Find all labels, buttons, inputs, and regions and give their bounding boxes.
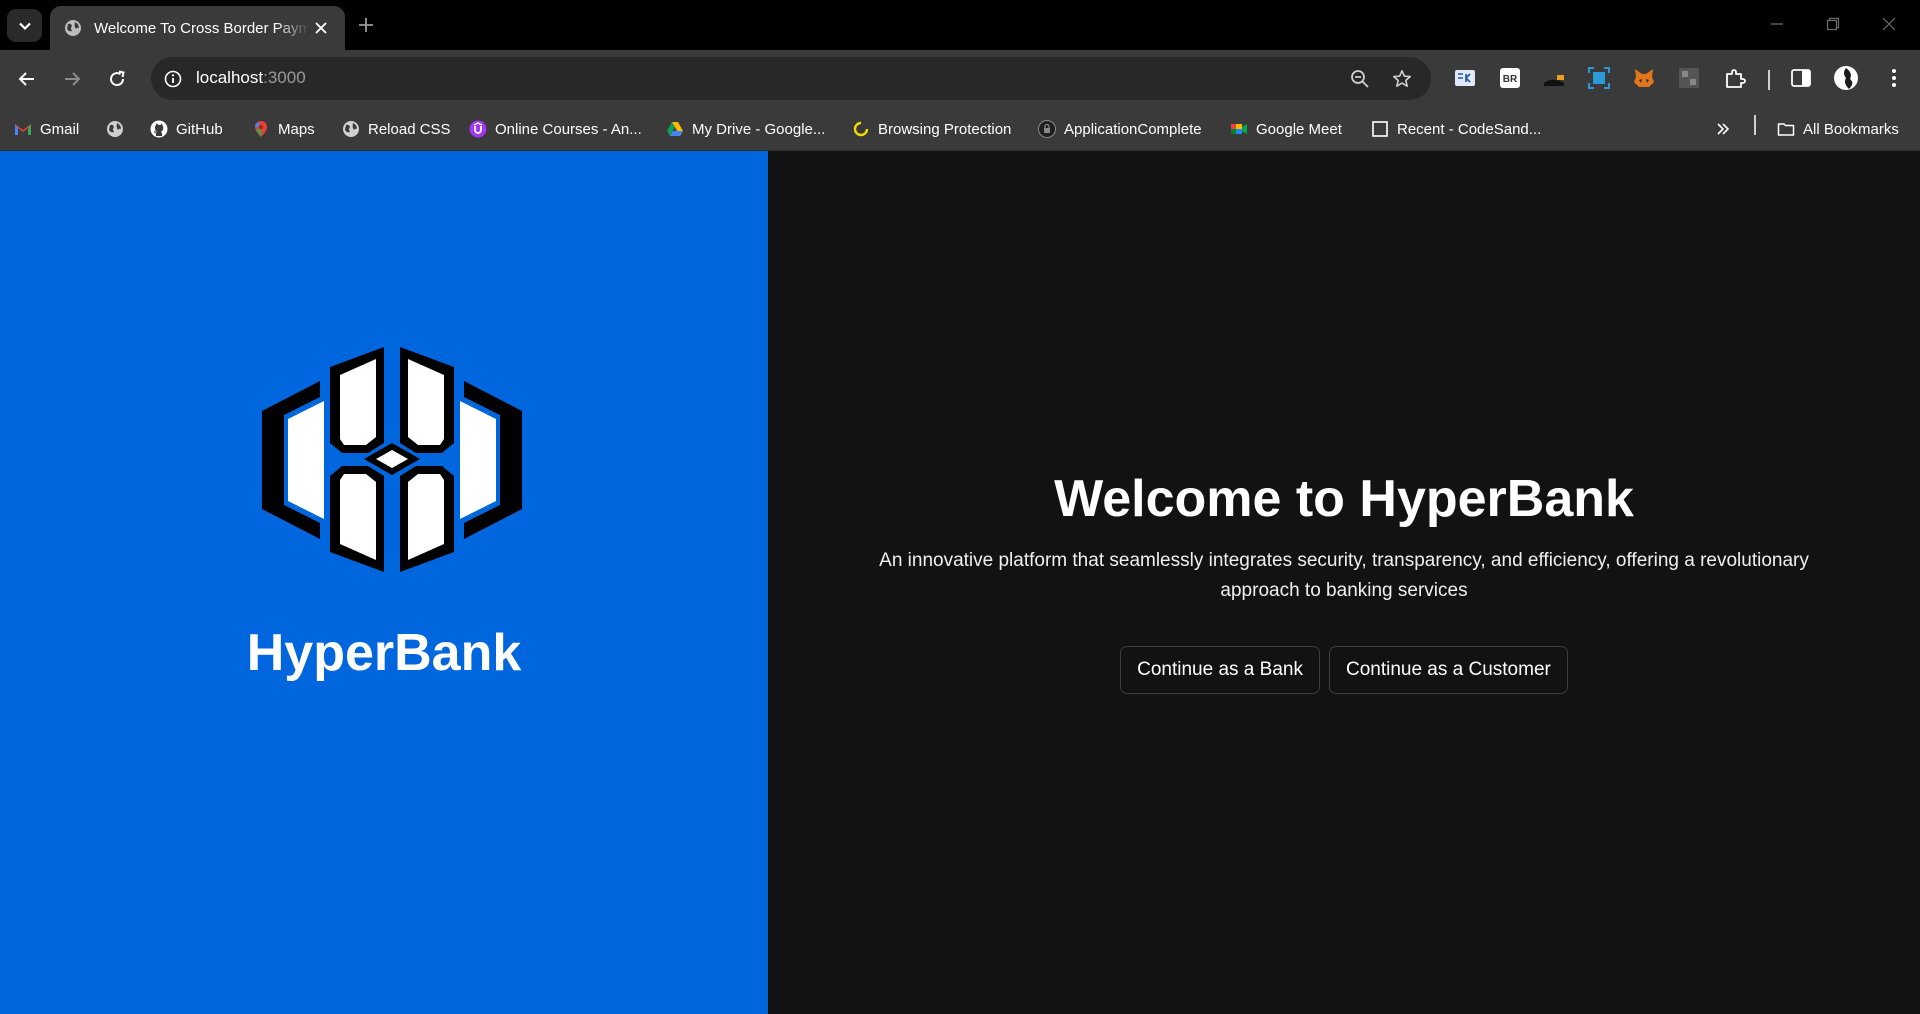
bookmark-label: Browsing Protection <box>878 120 1012 138</box>
plus-icon <box>359 18 373 32</box>
metamask-fox-icon[interactable] <box>1631 65 1657 91</box>
back-button[interactable] <box>10 62 44 96</box>
all-bookmarks-label: All Bookmarks <box>1803 120 1899 138</box>
welcome-description: An innovative platform that seamlessly i… <box>879 550 1809 601</box>
codesandbox-icon <box>1372 121 1388 137</box>
profile-avatar[interactable] <box>1833 65 1859 91</box>
chevron-down-icon <box>18 22 31 30</box>
extension-br-icon[interactable]: BR <box>1497 65 1523 91</box>
puzzle-extensions-icon[interactable] <box>1722 65 1748 91</box>
kebab-menu-icon[interactable] <box>1881 65 1907 91</box>
tab-search-button[interactable] <box>7 9 42 42</box>
page-content: HyperBank Welcome to HyperBank An innova… <box>0 151 1920 1014</box>
bookmark-label: GitHub <box>176 120 223 138</box>
reload-button[interactable] <box>100 62 134 96</box>
bookmark-label: Reload CSS <box>368 120 451 138</box>
bookmark-globe[interactable] <box>106 115 132 143</box>
more-bookmarks-button[interactable] <box>1715 115 1731 143</box>
double-chevron-right-icon <box>1717 123 1730 135</box>
brand-panel: HyperBank <box>0 151 768 1014</box>
drive-icon <box>667 122 683 136</box>
bookmark-label: Gmail <box>40 120 80 138</box>
extension-grid-icon[interactable] <box>1676 65 1702 91</box>
tab-title: Welcome To Cross Border Payments <box>94 19 309 37</box>
bookmark-online-courses[interactable]: Online Courses - An... <box>469 115 642 143</box>
github-icon <box>150 120 168 138</box>
meet-icon <box>1231 124 1247 134</box>
extension-shoe-icon[interactable] <box>1541 65 1567 91</box>
bookmark-label: Google Meet <box>1256 120 1342 138</box>
extension-keyboard-icon[interactable] <box>1452 65 1478 91</box>
site-info-icon[interactable] <box>161 67 185 91</box>
role-selection: Continue as a Bank Continue as a Custome… <box>768 646 1920 694</box>
brand-name: HyperBank <box>246 624 522 682</box>
bookmark-github[interactable]: GitHub <box>150 115 223 143</box>
forward-button[interactable] <box>55 62 89 96</box>
hyperbank-logo-icon <box>262 347 522 572</box>
bookmark-star-icon[interactable] <box>1389 66 1415 92</box>
protection-icon <box>853 121 869 137</box>
welcome-heading: Welcome to HyperBank <box>1054 470 1634 528</box>
course-icon <box>469 120 487 138</box>
url-host: localhost <box>196 68 264 87</box>
bookmark-google-meet[interactable]: Google Meet <box>1230 115 1342 143</box>
reload-icon <box>110 70 125 87</box>
arrow-right-icon <box>65 72 81 86</box>
globe-icon <box>107 121 123 137</box>
gmail-icon <box>15 124 31 135</box>
side-panel-icon[interactable] <box>1788 65 1814 91</box>
all-bookmarks-button[interactable]: All Bookmarks <box>1777 115 1899 143</box>
bookmark-codesandbox[interactable]: Recent - CodeSand... <box>1371 115 1541 143</box>
toolbar-divider <box>1768 70 1770 90</box>
globe-icon <box>65 20 81 36</box>
active-tab[interactable]: Welcome To Cross Border Payments <box>50 6 345 50</box>
continue-as-customer-button[interactable]: Continue as a Customer <box>1328 646 1568 694</box>
url-text[interactable]: localhost:3000 <box>196 68 306 88</box>
bookmarks-bar: Gmail GitHub Maps Reload CSS Online Cour… <box>0 107 1920 151</box>
minimize-icon <box>1771 23 1783 25</box>
continue-as-bank-button[interactable]: Continue as a Bank <box>1120 646 1320 694</box>
extension-capture-icon[interactable] <box>1586 65 1612 91</box>
arrow-left-icon <box>18 72 34 86</box>
tab-strip: Welcome To Cross Border Payments <box>0 0 1920 50</box>
new-tab-button[interactable] <box>352 11 380 39</box>
restore-icon <box>1826 17 1840 31</box>
address-bar[interactable]: localhost:3000 <box>151 57 1431 100</box>
bookmark-gmail[interactable]: Gmail <box>14 115 79 143</box>
bookmark-browsing-protection[interactable]: Browsing Protection <box>852 115 1011 143</box>
bookmarks-divider <box>1754 115 1756 135</box>
close-tab-icon[interactable] <box>309 16 333 40</box>
close-icon <box>1882 17 1896 31</box>
svg-text:BR: BR <box>1503 74 1518 85</box>
bookmark-label: Online Courses - An... <box>495 120 642 138</box>
globe-icon <box>343 121 359 137</box>
bookmark-label: Maps <box>278 120 315 138</box>
zoom-icon[interactable] <box>1347 66 1373 92</box>
bookmark-label: ApplicationComplete <box>1064 120 1202 138</box>
bookmark-maps[interactable]: Maps <box>252 115 315 143</box>
minimize-button[interactable] <box>1757 8 1797 40</box>
bookmark-label: Recent - CodeSand... <box>1397 120 1542 138</box>
bookmark-application-complete[interactable]: ApplicationComplete <box>1038 115 1202 143</box>
folder-icon <box>1777 123 1795 136</box>
maps-icon <box>255 121 267 137</box>
bookmark-label: My Drive - Google... <box>692 120 826 138</box>
bookmark-reload-css[interactable]: Reload CSS <box>342 115 451 143</box>
close-window-button[interactable] <box>1869 8 1909 40</box>
bookmark-my-drive[interactable]: My Drive - Google... <box>666 115 825 143</box>
welcome-panel: Welcome to HyperBank An innovative platf… <box>768 151 1920 1014</box>
lock-icon <box>1038 120 1056 138</box>
browser-toolbar: localhost:3000 BR <box>0 50 1920 107</box>
restore-button[interactable] <box>1813 8 1853 40</box>
url-port: :3000 <box>263 68 306 87</box>
